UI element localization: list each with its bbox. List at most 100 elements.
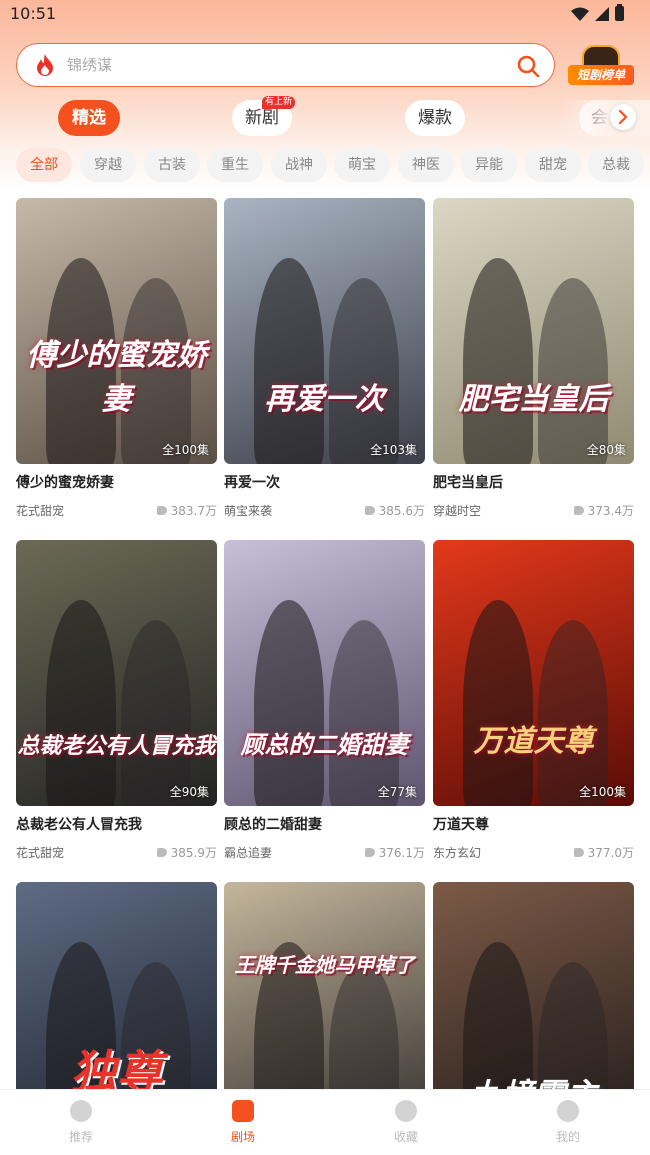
tab-new[interactable]: 新剧 有上新	[232, 96, 296, 136]
play-count-icon	[364, 848, 375, 857]
drama-title: 傅少的蜜宠娇妻	[16, 475, 114, 491]
top-tabs: 精选 新剧 有上新 爆款 会员	[0, 96, 650, 138]
drama-poster: 万道天尊全100集	[433, 540, 634, 806]
poster-title: 顾总的二婚甜妻	[240, 730, 409, 759]
search-input[interactable]	[67, 52, 487, 78]
ranking-button[interactable]: 短剧榜单	[568, 45, 634, 87]
nav-favorites[interactable]: 收藏	[366, 1100, 446, 1145]
chip-all[interactable]: 全部	[16, 148, 72, 182]
status-time: 10:51	[10, 4, 57, 23]
play-count-value: 376.1万	[378, 846, 425, 860]
poster-figure	[463, 258, 533, 464]
poster-title: 再爱一次	[264, 382, 385, 417]
ranking-icon	[582, 45, 620, 67]
drama-poster: 总裁老公有人冒充我全90集	[16, 540, 217, 806]
poster-title: 傅少的蜜宠娇妻	[26, 338, 207, 417]
episode-count: 全90集	[169, 785, 209, 799]
play-count: 373.4万	[573, 502, 634, 519]
poster-title: 总裁老公有人冒充我	[17, 733, 216, 759]
signal-icon	[595, 6, 609, 21]
play-count-value: 385.6万	[378, 504, 425, 518]
nav-theater[interactable]: 剧场	[203, 1100, 283, 1145]
episode-count: 全100集	[162, 443, 209, 457]
play-count-value: 377.0万	[587, 846, 634, 860]
chip-superpower[interactable]: 异能	[461, 148, 517, 182]
play-count: 385.6万	[364, 502, 425, 519]
ranking-label: 短剧榜单	[568, 65, 634, 85]
drama-poster: 顾总的二婚甜妻全77集	[224, 540, 425, 806]
nav-profile-label: 我的	[555, 1130, 580, 1144]
poster-figure	[463, 600, 533, 806]
battery-icon	[615, 4, 624, 21]
play-count-icon	[156, 848, 167, 857]
nav-theater-label: 剧场	[230, 1130, 255, 1144]
play-count-value: 385.9万	[170, 846, 217, 860]
nav-recommend-label: 推荐	[68, 1130, 93, 1144]
drama-genre: 花式甜宠	[16, 846, 65, 860]
drama-title: 顾总的二婚甜妻	[224, 817, 322, 833]
nav-recommend[interactable]: 推荐	[41, 1100, 121, 1145]
tab-featured[interactable]: 精选	[58, 100, 120, 136]
poster-title: 王牌千金她马甲掉了	[234, 953, 415, 977]
play-count: 376.1万	[364, 844, 425, 861]
chevron-right-icon[interactable]	[610, 104, 636, 130]
chip-ceo[interactable]: 总裁	[588, 148, 644, 182]
drama-title: 再爱一次	[224, 475, 280, 491]
poster-title: 万道天尊	[473, 724, 594, 759]
drama-genre: 穿越时空	[433, 504, 482, 518]
drama-genre: 萌宝来袭	[224, 504, 273, 518]
drama-poster: 再爱一次全103集	[224, 198, 425, 464]
tv-icon	[232, 1100, 254, 1122]
bottom-nav: 推荐 剧场 收藏 我的	[0, 1089, 650, 1155]
episode-count: 全77集	[377, 785, 417, 799]
play-count-icon	[364, 506, 375, 515]
episode-count: 全100集	[579, 785, 626, 799]
poster-figure	[121, 620, 191, 806]
wifi-icon	[571, 7, 589, 21]
nav-favorites-label: 收藏	[393, 1130, 418, 1144]
play-count-icon	[573, 506, 584, 515]
chip-time-travel[interactable]: 穿越	[80, 148, 136, 182]
chip-cute-baby[interactable]: 萌宝	[334, 148, 390, 182]
poster-figure	[254, 258, 324, 464]
chip-divine-doctor[interactable]: 神医	[398, 148, 454, 182]
drama-genre: 霸总追妻	[224, 846, 273, 860]
poster-title: 肥宅当皇后	[458, 382, 609, 417]
episode-count: 全80集	[586, 443, 626, 457]
play-count: 377.0万	[573, 844, 634, 861]
drama-genre: 东方玄幻	[433, 846, 482, 860]
poster-figure	[46, 600, 116, 806]
flame-icon	[37, 54, 53, 76]
play-count: 385.9万	[156, 844, 217, 861]
play-circle-icon	[70, 1100, 92, 1122]
nav-profile[interactable]: 我的	[528, 1100, 608, 1145]
poster-figure	[538, 620, 608, 806]
status-icons	[571, 4, 624, 21]
drama-genre: 花式甜宠	[16, 504, 65, 518]
profile-icon	[557, 1100, 579, 1122]
search-bar[interactable]	[16, 43, 555, 87]
tab-fade	[560, 100, 650, 138]
chip-war-god[interactable]: 战神	[271, 148, 327, 182]
tab-hot[interactable]: 爆款	[405, 100, 465, 136]
tab-new-label: 新剧	[245, 108, 279, 128]
play-count: 383.7万	[156, 502, 217, 519]
play-count-icon	[156, 506, 167, 515]
chip-rebirth[interactable]: 重生	[207, 148, 263, 182]
status-bar: 10:51	[0, 0, 650, 30]
drama-title: 万道天尊	[433, 817, 489, 833]
chip-costume[interactable]: 古装	[144, 148, 200, 182]
new-badge: 有上新	[262, 96, 296, 109]
poster-figure	[329, 278, 399, 464]
chip-sweet-love[interactable]: 甜宠	[525, 148, 581, 182]
search-icon[interactable]	[516, 54, 540, 78]
poster-figure	[329, 620, 399, 806]
drama-poster: 肥宅当皇后全80集	[433, 198, 634, 464]
drama-title: 总裁老公有人冒充我	[16, 817, 142, 833]
drama-poster: 傅少的蜜宠娇妻全100集	[16, 198, 217, 464]
poster-figure	[254, 600, 324, 806]
poster-figure	[538, 278, 608, 464]
play-count-value: 383.7万	[170, 504, 217, 518]
play-count-icon	[573, 848, 584, 857]
episode-count: 全103集	[370, 443, 417, 457]
